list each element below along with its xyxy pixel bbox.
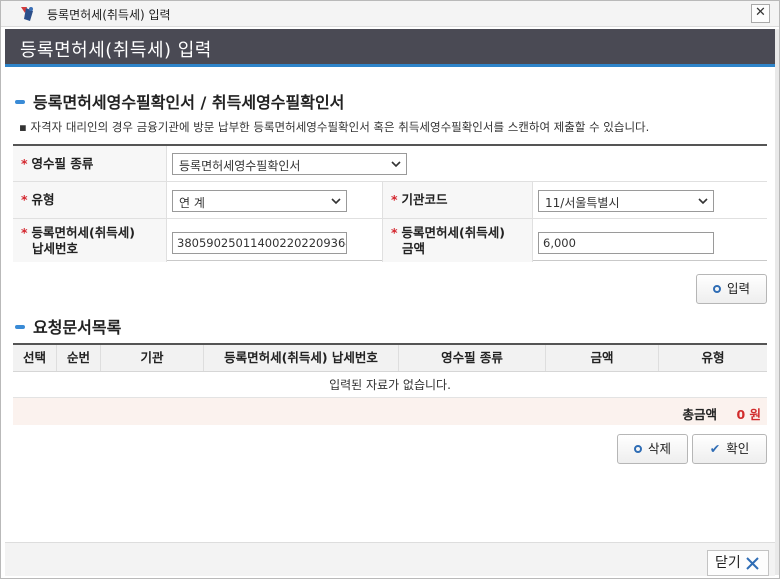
divider (166, 182, 167, 218)
divider (166, 219, 167, 262)
tax-amount-label-line2: 금액 (402, 241, 426, 256)
required-mark: * (21, 156, 28, 171)
delete-button-label: 삭제 (647, 441, 671, 456)
type-select[interactable]: 연 계 (172, 190, 347, 212)
required-mark: * (21, 192, 28, 207)
tax-amount-input[interactable]: 6,000 (538, 232, 714, 254)
required-mark: * (391, 192, 398, 207)
dialog-header: 등록면허세(취득세) 입력 (5, 29, 775, 67)
circle-icon (712, 284, 721, 293)
window-titlebar: 등록면허세(취득세) 입력 ✕ (1, 1, 779, 27)
section-bullet (15, 100, 25, 104)
agency-code-select[interactable]: 11/서울특별시 (538, 190, 714, 212)
form-row-type: * 유형 연 계 * 기관코드 11/서울특별시 (13, 182, 767, 219)
agency-code-value: 11/서울특별시 (545, 196, 620, 210)
tax-number-label-line1: 등록면허세(취득세) (31, 225, 135, 240)
dialog-window: 등록면허세(취득세) 입력 ✕ 등록면허세(취득세) 입력 등록면허세영수필확인… (0, 0, 780, 579)
section-bullet (15, 325, 25, 329)
section-title-receipt: 등록면허세영수필확인서 / 취득세영수필확인서 (15, 89, 344, 113)
required-mark: * (391, 225, 398, 240)
column-header: 유형 (701, 350, 725, 365)
type-label: * 유형 (13, 182, 166, 218)
agency-code-label-text: 기관코드 (401, 192, 448, 207)
check-icon: ✔ (709, 441, 721, 456)
tax-number-label: * 등록면허세(취득세) 납세번호 (13, 219, 166, 262)
receipt-type-label: * 영수필 종류 (13, 146, 166, 181)
total-label: 총금액 (682, 407, 717, 422)
confirm-button-label: 확인 (726, 441, 750, 456)
close-icon[interactable]: ✕ (751, 4, 770, 23)
required-mark: * (21, 225, 28, 240)
confirm-button[interactable]: ✔ 확인 (692, 434, 767, 464)
close-x-icon (746, 557, 759, 570)
table-header: 선택 순번 기관 등록면허세(취득세) 납세번호 영수필 종류 금액 유형 (13, 345, 767, 372)
column-header: 선택 (13, 345, 57, 371)
notice-text: ▪ 자격자 대리인의 경우 금융기관에 방문 납부한 등록면허세영수필확인서 혹… (19, 120, 650, 134)
form-row-tax: * 등록면허세(취득세) 납세번호 38059025011400220220936… (13, 219, 767, 262)
chevron-down-icon (698, 198, 708, 205)
divider (532, 219, 533, 262)
type-value: 연 계 (179, 196, 205, 210)
section-title-list: 요청문서목록 (15, 314, 121, 338)
column-header: 기관 (101, 345, 204, 371)
request-document-table: 선택 순번 기관 등록면허세(취득세) 납세번호 영수필 종류 금액 유형 입력… (13, 343, 767, 425)
window-title: 등록면허세(취득세) 입력 (47, 8, 171, 22)
empty-message: 입력된 자료가 없습니다. (13, 372, 767, 398)
tax-number-input[interactable]: 38059025011400220220936418069 (172, 232, 347, 254)
circle-icon (633, 444, 642, 453)
receipt-form: * 영수필 종류 등록면허세영수필확인서 * 유형 연 계 * 기관코드 11/… (13, 144, 767, 262)
form-row-receipt-type: * 영수필 종류 등록면허세영수필확인서 (13, 146, 767, 182)
type-label-text: 유형 (31, 192, 55, 207)
receipt-type-value: 등록면허세영수필확인서 (179, 159, 301, 173)
total-row: 총금액 0 원 (13, 398, 767, 425)
receipt-type-label-text: 영수필 종류 (31, 156, 94, 171)
page-title: 등록면허세(취득세) 입력 (20, 40, 212, 61)
divider (532, 182, 533, 218)
dialog-footer: 닫기 (5, 542, 775, 576)
divider (166, 146, 167, 181)
column-header: 금액 (546, 345, 659, 371)
section-title-text: 등록면허세영수필확인서 / 취득세영수필확인서 (33, 93, 345, 112)
receipt-type-select[interactable]: 등록면허세영수필확인서 (172, 153, 407, 175)
section-title-text: 요청문서목록 (33, 318, 122, 337)
column-header: 순번 (57, 345, 101, 371)
tax-number-label-line2: 납세번호 (32, 241, 79, 256)
agency-code-label: * 기관코드 (383, 182, 532, 218)
scrollbar[interactable] (775, 29, 779, 575)
input-button[interactable]: 입력 (696, 274, 767, 304)
chevron-down-icon (331, 198, 341, 205)
column-header: 등록면허세(취득세) 납세번호 (204, 345, 399, 371)
tax-amount-label-line1: 등록면허세(취득세) (401, 225, 505, 240)
delete-button[interactable]: 삭제 (617, 434, 688, 464)
input-button-label: 입력 (726, 281, 750, 296)
total-value: 0 원 (736, 407, 761, 422)
close-button-label: 닫기 (715, 555, 741, 571)
app-icon (18, 5, 38, 23)
column-header: 영수필 종류 (399, 345, 546, 371)
chevron-down-icon (391, 161, 401, 168)
tax-amount-label: * 등록면허세(취득세) 금액 (383, 219, 532, 262)
close-button[interactable]: 닫기 (707, 550, 769, 576)
